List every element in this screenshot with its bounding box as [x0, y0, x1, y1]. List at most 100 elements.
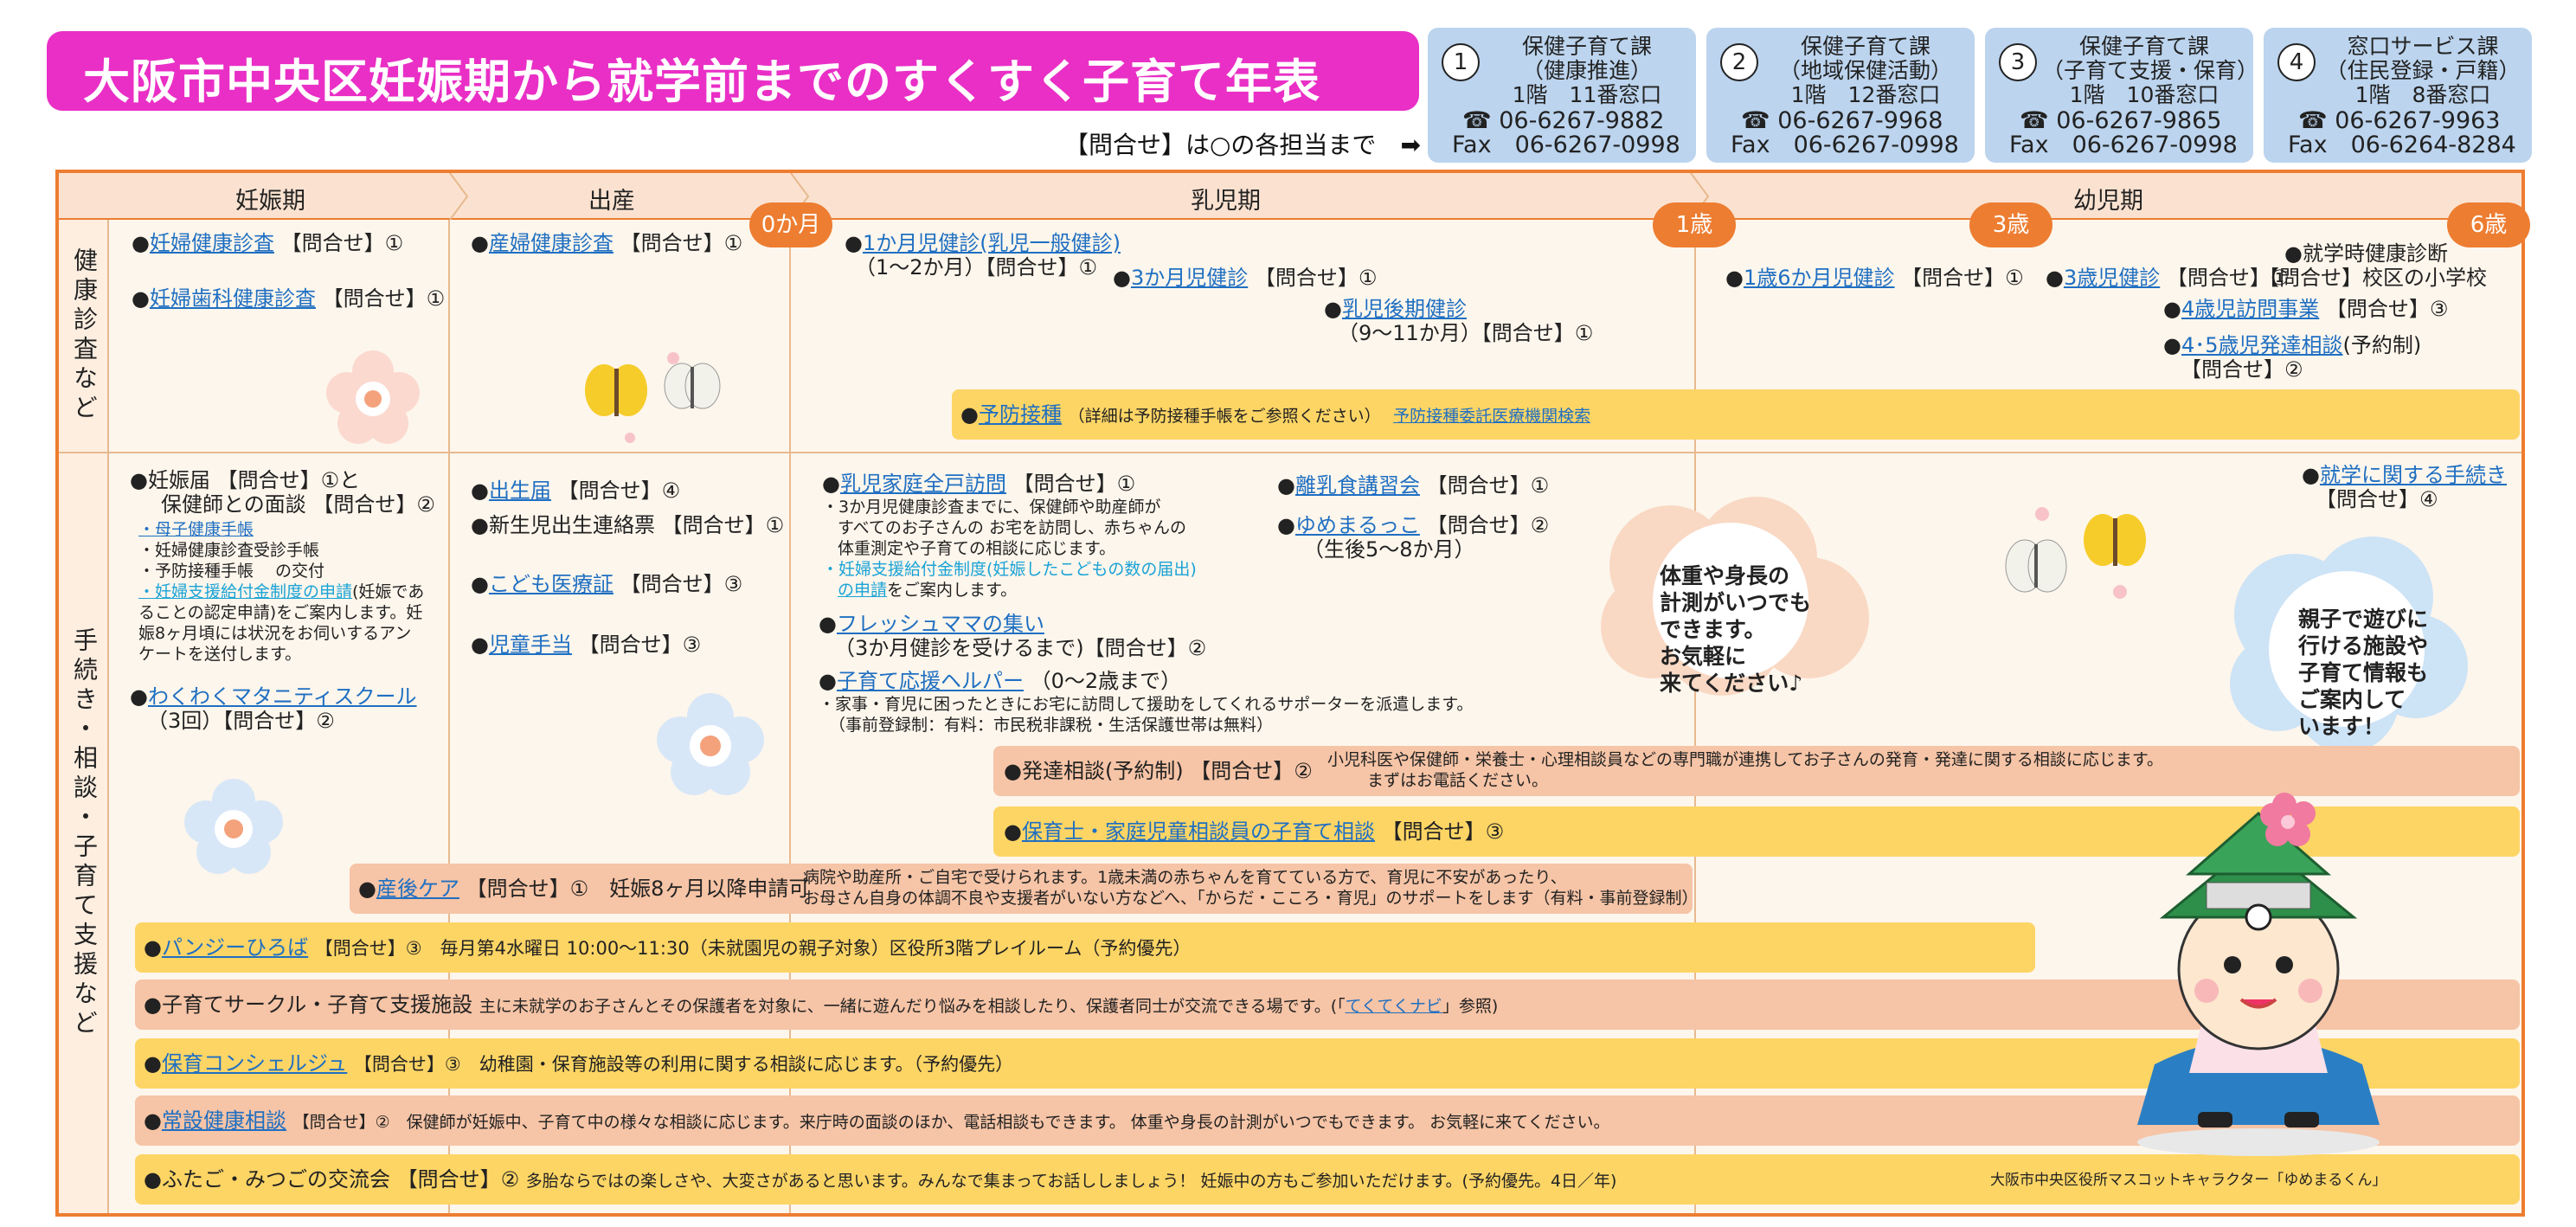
item-late-infant-checkup: ●乳児後期健診: [1324, 297, 1467, 321]
item-child-allowance: ●児童手当 【問合せ】③: [471, 633, 702, 657]
item-45y-dev: ●4･5歳児発達相談(予約制): [2163, 333, 2422, 357]
item-yumemarukko: ●ゆめまるっこ 【問合せ】②: [1277, 513, 1550, 537]
item-3month-checkup: ●3か月児健診 【問合せ】①: [1113, 266, 1378, 290]
link-weaning-class[interactable]: 離乳食講習会: [1295, 473, 1420, 498]
link-3y-checkup[interactable]: 3歳児健診: [2064, 266, 2160, 290]
item-hoiku-soudan: ●保育士・家庭児童相談員の子育て相談 【問合せ】③: [1004, 819, 1505, 844]
item-school-procedures: ●就学に関する手続き: [2302, 463, 2507, 487]
link-hoiku-soudan[interactable]: 保育士・家庭児童相談員の子育て相談: [1022, 819, 1375, 844]
link-concierge[interactable]: 保育コンシェルジュ: [162, 1051, 347, 1076]
item-medical-card: ●こども医療証 【問合せ】③: [471, 572, 743, 596]
item-maternity-school: ●わくわくマタニティスクール: [130, 684, 417, 709]
period-shussan: 出産: [588, 188, 635, 215]
item-pansy: ●パンジーひろば 【問合せ】③ 毎月第4水曜日 10:00～11:30（未就園児…: [144, 935, 1192, 960]
link-18month-checkup[interactable]: 1歳6か月児健診: [1744, 266, 1895, 290]
item-pregnancy-notice: ●妊娠届 【問合せ】①と: [130, 468, 361, 492]
link-45y-dev[interactable]: 4･5歳児発達相談: [2181, 333, 2343, 357]
link-tekuteku-navi[interactable]: てくてくナビ: [1346, 997, 1442, 1016]
link-home-visit[interactable]: 乳児家庭全戸訪問: [840, 472, 1006, 496]
contact-fax: Fax 06-6264-8284: [2288, 132, 2516, 158]
contact-phone[interactable]: ☎ 06-6267-9882: [1462, 109, 1664, 133]
link-pansy[interactable]: パンジーひろば: [162, 935, 308, 960]
link-yumemarukko[interactable]: ゆめまるっこ: [1295, 513, 1420, 537]
row-label-procedures: 手続き・相談・子育て支援など: [70, 627, 99, 1039]
link-medical-card[interactable]: こども医療証: [489, 572, 613, 596]
item-newborn-contact: ●新生児出生連絡票 【問合せ】①: [471, 513, 785, 537]
link-fresh-mama[interactable]: フレッシュママの集い: [837, 612, 1044, 636]
contact-fax: Fax 06-6267-0998: [1452, 132, 1680, 158]
link-sango-care[interactable]: 産後ケア: [376, 877, 459, 901]
item-18month-checkup: ●1歳6か月児健診 【問合せ】①: [1725, 266, 2024, 290]
contact-number: 1: [1442, 43, 1480, 81]
item-1month-checkup: ●1か月児健診(乳児一般健診): [845, 231, 1121, 255]
link-shinsei[interactable]: の申請: [838, 581, 887, 600]
age-badge-3y: 3歳: [1969, 202, 2052, 247]
item-jousetsu: ●常設健康相談 【問合せ】② 保健師が妊娠中、子育て中の様々な相談に応じます。来…: [144, 1108, 1610, 1133]
page-title: 大阪市中央区妊娠期から就学前までのすくすく子育て年表: [83, 55, 1320, 109]
link-1month-checkup[interactable]: 1か月児健診(乳児一般健診): [863, 231, 1121, 255]
item-ninshin-shika: ●妊婦歯科健康診査 【問合せ】①: [132, 286, 446, 311]
item-fresh-mama: ●フレッシュママの集い: [819, 612, 1044, 636]
link-sanpu-kenshin[interactable]: 産婦健康診査: [489, 231, 613, 255]
link-jousetsu[interactable]: 常設健康相談: [162, 1108, 286, 1133]
link-ninshin-kenshin[interactable]: 妊婦健康診査: [150, 231, 274, 255]
divider: [59, 452, 2521, 453]
butterfly-icon: [585, 352, 721, 443]
row-label-health: 健康診査など: [70, 247, 99, 424]
butterfly-icon: [2005, 507, 2146, 599]
item-weaning-class: ●離乳食講習会 【問合せ】①: [1277, 473, 1550, 498]
item-circle: ●子育てサークル・子育て支援施設 主に未就学のお子さんとその保護者を対象に、一緒…: [144, 993, 1499, 1017]
contact-fax: Fax 06-6267-0998: [1731, 132, 1959, 158]
item-vaccination: ●予防接種 （詳細は予防接種手帳をご参照ください） 予防接種委託医療機関検索: [960, 402, 1591, 427]
age-badge-1y: 1歳: [1653, 202, 1736, 247]
link-vaccine-clinic-search[interactable]: 予防接種委託医療機関検索: [1393, 407, 1590, 426]
inquiry-note: 【問合せ】は○の各担当まで ➡: [1064, 131, 1421, 159]
link-vaccination[interactable]: 予防接種: [979, 402, 1062, 427]
link-shien-kyufu[interactable]: ・妊婦支援給付金制度の申請: [138, 582, 352, 601]
link-birth-registration[interactable]: 出生届: [489, 479, 551, 503]
bubble-text-2: 親子で遊びに 行ける施設や 子育て情報も ご案内して います！: [2298, 607, 2429, 739]
age-badge-0m: 0か月: [749, 202, 832, 247]
contact-phone[interactable]: ☎ 06-6267-9963: [2298, 109, 2500, 133]
link-school-procedures[interactable]: 就学に関する手続き: [2320, 463, 2507, 487]
link-4y-visit[interactable]: 4歳児訪問事業: [2181, 297, 2319, 321]
mascot-yumemaru-illustration: [2137, 793, 2380, 1156]
link-ninshin-shika[interactable]: 妊婦歯科健康診査: [150, 286, 316, 311]
item-sanpu-kenshin: ●産婦健康診査 【問合せ】①: [471, 231, 743, 255]
mascot-caption: 大阪市中央区役所マスコットキャラクター「ゆめまるくん」: [1990, 1172, 2387, 1189]
contact-phone[interactable]: ☎ 06-6267-9865: [2020, 109, 2221, 133]
item-helper: ●子育て応援ヘルパー （0～2歳まで）: [819, 669, 1182, 693]
item-concierge: ●保育コンシェルジュ 【問合せ】③ 幼稚園・保育施設等の利用に関する相談に応じま…: [144, 1051, 1014, 1076]
period-nyujiki: 乳児期: [1191, 188, 1261, 215]
link-late-infant-checkup[interactable]: 乳児後期健診: [1342, 297, 1467, 321]
flower-icon: [184, 779, 283, 874]
item-home-visit: ●乳児家庭全戸訪問 【問合せ】①: [822, 472, 1136, 496]
link-3month-checkup[interactable]: 3か月児健診: [1131, 266, 1248, 290]
flower-icon: [657, 693, 764, 795]
item-sango-care: ●産後ケア 【問合せ】① 妊娠8ヶ月以降申請可: [358, 877, 810, 901]
period-arrows: [449, 173, 1710, 220]
link-boshi-techo[interactable]: ・母子健康手帳: [138, 520, 254, 539]
item-birth-registration: ●出生届 【問合せ】④: [471, 479, 681, 503]
period-ninshinki: 妊娠期: [235, 188, 305, 215]
period-yojiki: 幼児期: [2073, 188, 2143, 215]
contact-box-1: 1 保健子育て課 （健康推進） 1階 11番窓口 ☎ 06-6267-9882 …: [1428, 28, 1696, 163]
bubble-text-1: 体重や身長の 計測がいつでも できます。 お気軽に 来てください♪: [1660, 563, 1812, 696]
contact-box-3: 3 保健子育て課 （子育て支援・保育） 1階 10番窓口 ☎ 06-6267-9…: [1985, 28, 2258, 163]
link-maternity-school[interactable]: わくわくマタニティスクール: [148, 684, 417, 709]
item-3y-checkup: ●3歳児健診 【問合せ】①: [2046, 266, 2290, 290]
contact-fax: Fax 06-6267-0998: [2009, 132, 2238, 158]
arrow-right-icon: ➡: [1400, 131, 1421, 159]
flower-icon: [326, 350, 420, 444]
item-dev-consult: ●発達相談(予約制) 【問合せ】②: [1004, 759, 1313, 783]
contact-phone[interactable]: ☎ 06-6267-9968: [1741, 109, 1943, 133]
item-4y-visit: ●4歳児訪問事業 【問合せ】③: [2163, 297, 2449, 321]
age-badge-6y: 6歳: [2447, 202, 2530, 247]
link-helper[interactable]: 子育て応援ヘルパー: [837, 669, 1024, 693]
contact-box-2: 2 保健子育て課 （地域保健活動） 1階 12番窓口 ☎ 06-6267-996…: [1706, 28, 1975, 163]
item-futago: ●ふたご・みつごの交流会 【問合せ】② 多胎ならではの楽しさや、大変さがあると思…: [144, 1167, 1617, 1192]
item-school-checkup: ●就学時健康診断: [2284, 241, 2448, 266]
contact-box-4: 4 窓口サービス課 （住民登録・戸籍） 1階 8番窓口 ☎ 06-6267-99…: [2264, 28, 2532, 163]
item-ninshin-kenshin: ●妊婦健康診査 【問合せ】①: [132, 231, 404, 255]
link-child-allowance[interactable]: 児童手当: [489, 633, 572, 657]
